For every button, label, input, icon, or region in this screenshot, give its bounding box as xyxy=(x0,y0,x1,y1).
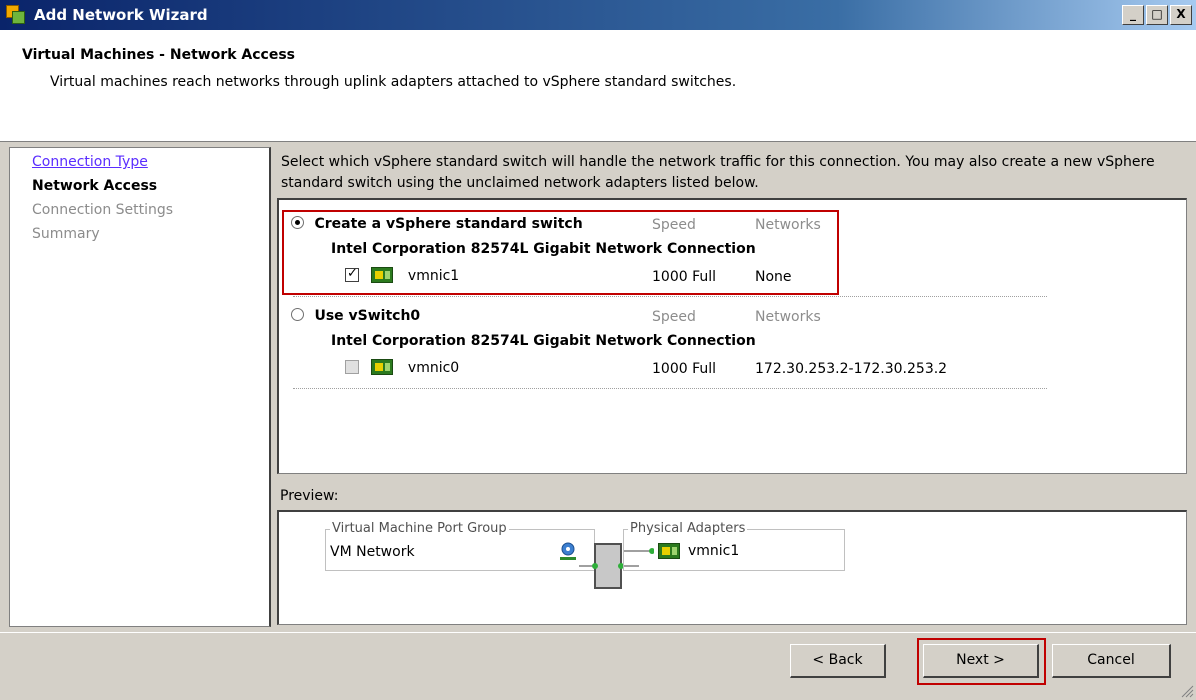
radio-create-switch[interactable] xyxy=(291,216,304,229)
adapter-row[interactable]: vmnic0 xyxy=(345,359,459,376)
adapter-group-label: Intel Corporation 82574L Gigabit Network… xyxy=(331,333,756,349)
back-button[interactable]: < Back xyxy=(790,644,886,678)
preview-label: Preview: xyxy=(280,488,339,504)
wizard-footer: < Back Next > Cancel xyxy=(0,632,1196,700)
wizard-body: Connection Type Network Access Connectio… xyxy=(0,143,1196,632)
connector-line-icon xyxy=(624,548,654,554)
cancel-button[interactable]: Cancel xyxy=(1052,644,1171,678)
resize-grip-icon[interactable] xyxy=(1180,684,1194,698)
instruction-text: Select which vSphere standard switch wil… xyxy=(281,154,1155,191)
divider xyxy=(293,388,1047,389)
divider xyxy=(293,296,1047,297)
minimize-button[interactable]: _ xyxy=(1122,5,1144,25)
networks-header: Networks xyxy=(755,309,821,325)
port-group-legend: Virtual Machine Port Group xyxy=(330,521,509,536)
page-title: Virtual Machines - Network Access xyxy=(22,47,296,63)
window-title: Add Network Wizard xyxy=(34,6,208,24)
option-use-vswitch0-label: Use vSwitch0 xyxy=(314,308,421,324)
vm-network-icon xyxy=(560,542,576,560)
network-adapter-icon xyxy=(658,543,680,559)
speed-header: Speed xyxy=(652,217,696,233)
physical-adapters-box: Physical Adapters vmnic1 xyxy=(623,521,845,571)
wizard-steps-panel: Connection Type Network Access Connectio… xyxy=(9,147,271,627)
close-button[interactable]: X xyxy=(1170,5,1192,25)
maximize-button[interactable]: □ xyxy=(1146,5,1168,25)
adapter-group-label: Intel Corporation 82574L Gigabit Network… xyxy=(331,241,756,257)
port-group-name: VM Network xyxy=(330,544,415,560)
adapter-speed: 1000 Full xyxy=(652,361,717,377)
physical-adapter-name: vmnic1 xyxy=(688,543,740,559)
title-bar: Add Network Wizard _ □ X xyxy=(0,0,1196,30)
vmnic0-checkbox[interactable] xyxy=(345,360,359,374)
nav-step-connection-settings: Connection Settings xyxy=(32,202,174,218)
wizard-app-icon xyxy=(6,5,26,25)
page-description: Virtual machines reach networks through … xyxy=(50,74,737,90)
radio-use-vswitch0[interactable] xyxy=(291,308,304,321)
option-create-switch[interactable]: Create a vSphere standard switch xyxy=(291,216,583,232)
network-adapter-icon xyxy=(371,359,394,375)
adapter-networks: None xyxy=(755,269,792,285)
port-group-box: Virtual Machine Port Group VM Network xyxy=(325,521,595,571)
wizard-header: Virtual Machines - Network Access Virtua… xyxy=(0,30,1196,142)
adapter-row[interactable]: vmnic1 xyxy=(345,266,460,284)
nav-step-network-access: Network Access xyxy=(32,178,158,194)
vmnic1-checkbox[interactable] xyxy=(345,266,359,282)
switch-options-panel: Create a vSphere standard switch Speed N… xyxy=(277,198,1187,474)
network-adapter-icon xyxy=(371,267,394,283)
option-use-vswitch0[interactable]: Use vSwitch0 xyxy=(291,308,420,324)
adapter-networks: 172.30.253.2-172.30.253.2 xyxy=(755,361,948,377)
networks-header: Networks xyxy=(755,217,821,233)
next-button[interactable]: Next > xyxy=(923,644,1039,678)
adapter-name: vmnic1 xyxy=(407,268,460,284)
option-create-switch-label: Create a vSphere standard switch xyxy=(314,216,583,232)
adapter-name: vmnic0 xyxy=(407,360,460,376)
nav-step-summary: Summary xyxy=(32,226,100,242)
nav-step-connection-type[interactable]: Connection Type xyxy=(32,154,148,170)
preview-panel: Virtual Machine Port Group VM Network Ph… xyxy=(277,510,1187,625)
speed-header: Speed xyxy=(652,309,696,325)
physical-adapters-legend: Physical Adapters xyxy=(628,521,748,536)
adapter-speed: 1000 Full xyxy=(652,269,717,285)
